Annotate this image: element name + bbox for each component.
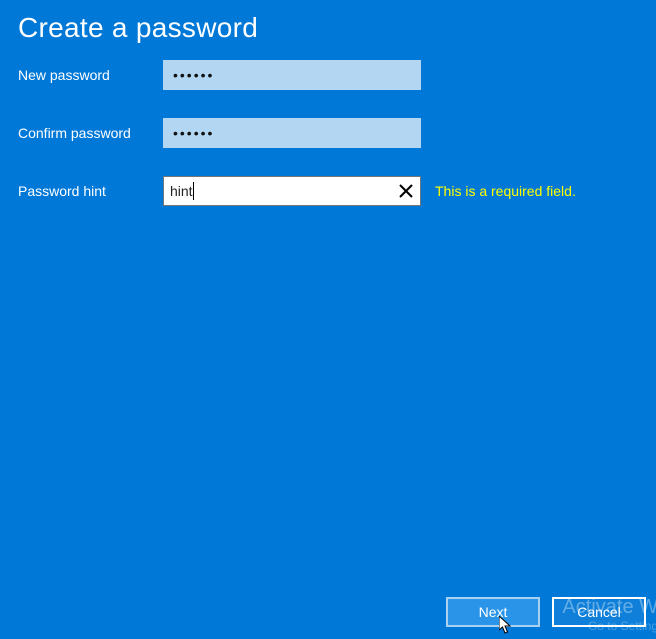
label-confirm-password: Confirm password bbox=[18, 125, 163, 141]
row-new-password: New password bbox=[18, 60, 638, 90]
page-title: Create a password bbox=[0, 0, 656, 44]
label-new-password: New password bbox=[18, 67, 163, 83]
label-password-hint: Password hint bbox=[18, 183, 163, 199]
password-form: New password Confirm password Password h… bbox=[0, 44, 656, 206]
field-wrap-new-password bbox=[163, 60, 421, 90]
row-confirm-password: Confirm password bbox=[18, 118, 638, 148]
new-password-input[interactable] bbox=[163, 60, 421, 90]
hint-required-message: This is a required field. bbox=[435, 183, 576, 199]
footer-buttons: Next Cancel bbox=[446, 597, 646, 627]
confirm-password-input[interactable] bbox=[163, 118, 421, 148]
clear-input-button[interactable] bbox=[397, 182, 415, 200]
text-caret bbox=[193, 182, 194, 200]
password-hint-input[interactable] bbox=[163, 176, 421, 206]
row-password-hint: Password hint This is a required field. bbox=[18, 176, 638, 206]
field-wrap-confirm-password bbox=[163, 118, 421, 148]
cancel-button[interactable]: Cancel bbox=[552, 597, 646, 627]
field-wrap-password-hint bbox=[163, 176, 421, 206]
close-icon bbox=[399, 184, 413, 198]
next-button[interactable]: Next bbox=[446, 597, 540, 627]
